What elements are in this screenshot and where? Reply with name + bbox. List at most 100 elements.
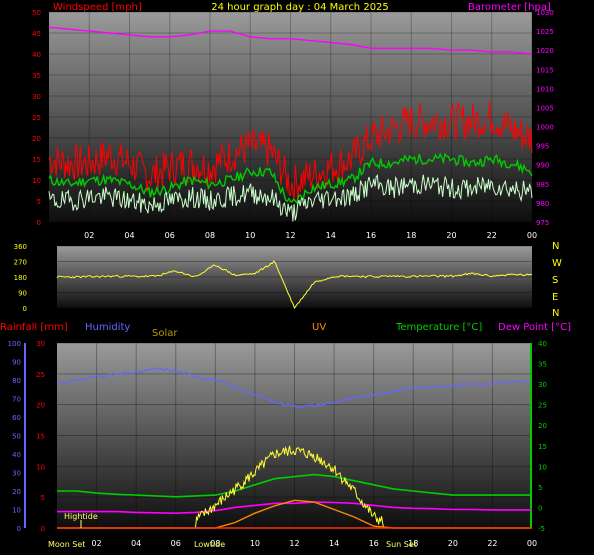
rainfall-y-tick-label: 30: [36, 340, 45, 348]
direction-y-tick-label: 270: [14, 259, 27, 267]
hightide-label: Hightide: [64, 512, 98, 521]
compass-labels: N W S E N: [552, 241, 562, 319]
temperature-y-tick-label: 35: [538, 361, 547, 369]
temperature-y-tick-label: 25: [538, 402, 547, 410]
barometer-y-tick-label: 985: [536, 181, 549, 189]
wind-x-tick-label: 02: [84, 231, 94, 240]
climate-x-tick-label: 20: [448, 539, 458, 548]
wind-y-tick-label: 45: [32, 30, 41, 38]
humidity-y-ticks: 0 10 20 30 40 50 60 70 80 90 100: [8, 340, 21, 533]
wind-x-tick-label: 04: [124, 231, 134, 240]
compass-e: E: [552, 292, 558, 303]
temperature-y-tick-label: 10: [538, 463, 547, 471]
compass-w: W: [552, 258, 562, 269]
wind-x-tick-label: 10: [245, 231, 255, 240]
rainfall-y-ticks: 0 5 10 15 20 25 30: [36, 340, 45, 533]
barometer-y-tick-label: 980: [536, 200, 549, 208]
rainfall-y-tick-label: 10: [36, 463, 45, 471]
humidity-y-tick-label: 10: [12, 507, 21, 515]
wind-x-tick-label: 00: [527, 231, 537, 240]
wind-x-tick-label: 16: [366, 231, 376, 240]
barometer-y-tick-label: 1015: [536, 66, 554, 74]
temperature-y-tick-label: 20: [538, 422, 547, 430]
compass-n-top: N: [552, 241, 559, 252]
barometer-y-tick-label: 975: [536, 219, 549, 227]
wind-x-tick-label: 20: [446, 231, 456, 240]
compass-s: S: [552, 275, 558, 286]
climate-panel: 0 10 20 30 40 50 60 70 80 90 100 0 5 10 15 20 25 30 -5 0 5…: [8, 340, 547, 549]
wind-x-tick-label: 08: [205, 231, 215, 240]
wind-x-tick-label: 06: [165, 231, 175, 240]
barometer-y-tick-label: 995: [536, 143, 549, 151]
rainfall-y-tick-label: 0: [41, 525, 45, 533]
climate-x-tick-label: 06: [171, 539, 181, 548]
humidity-y-tick-label: 100: [8, 340, 21, 348]
temperature-y-tick-label: -5: [538, 525, 545, 533]
rainfall-y-tick-label: 15: [36, 433, 45, 441]
chart-title: 24 hour graph day : 04 March 2025: [211, 2, 389, 13]
rainfall-y-tick-label: 5: [41, 494, 45, 502]
dewpoint-label: Dew Point [°C]: [498, 322, 571, 333]
climate-x-tick-label: 00: [527, 539, 537, 548]
wind-y-tick-label: 5: [37, 198, 41, 206]
climate-x-tick-label: 14: [329, 539, 339, 548]
rainfall-y-tick-label: 20: [36, 402, 45, 410]
humidity-y-tick-label: 0: [17, 525, 21, 533]
wind-panel: 05101520253035404550 9759809859909951000…: [32, 9, 554, 240]
humidity-label: Humidity: [85, 322, 130, 333]
wind-y-tick-label: 20: [32, 135, 41, 143]
wind-y-tick-label: 30: [32, 93, 41, 101]
lowtide-label: Lowtide: [194, 540, 225, 549]
barometer-y-tick-label: 1010: [536, 85, 554, 93]
direction-y-tick-label: 0: [23, 305, 27, 313]
wind-y-tick-label: 0: [37, 219, 41, 227]
barometer-y-tick-label: 990: [536, 162, 549, 170]
temperature-y-tick-label: 0: [538, 504, 542, 512]
climate-x-tick-label: 02: [91, 539, 101, 548]
wind-y-tick-label: 40: [32, 51, 41, 59]
humidity-y-tick-label: 50: [12, 433, 21, 441]
barometer-y-ticks: 975 980 985 990 995 1000 1005 1010 1015 1020 1025 1…: [536, 9, 554, 227]
humidity-y-tick-label: 20: [12, 488, 21, 496]
wind-x-tick-label: 22: [487, 231, 497, 240]
compass-n-bottom: N: [552, 308, 559, 319]
climate-x-tick-label: 04: [131, 539, 141, 548]
wind-x-tick-label: 12: [285, 231, 295, 240]
temperature-y-tick-label: 40: [538, 340, 547, 348]
climate-x-tick-label: 16: [369, 539, 379, 548]
wind-x-tick-label: 14: [326, 231, 336, 240]
direction-y-tick-label: 360: [14, 243, 27, 251]
climate-x-tick-label: 12: [289, 539, 299, 548]
barometer-y-tick-label: 1000: [536, 124, 554, 132]
rainfall-y-tick-label: 25: [36, 371, 45, 379]
solar-label: Solar: [152, 328, 178, 339]
sunset-label: Sun Set: [386, 540, 417, 549]
weather-graph: Windspeed [mph] 24 hour graph day : 04 M…: [0, 2, 571, 549]
barometer-y-tick-label: 1020: [536, 47, 554, 55]
wind-y-tick-label: 50: [32, 9, 41, 17]
humidity-y-tick-label: 90: [12, 359, 21, 367]
temperature-y-ticks: -5 0 5 10 15 20 25 30 35 40: [538, 340, 547, 533]
climate-x-ticks: 02 04 06 08 10 12 14 16 18 20 22 00: [91, 539, 537, 548]
temperature-y-tick-label: 5: [538, 484, 542, 492]
temperature-label: Temperature [°C]: [395, 322, 482, 333]
climate-x-tick-label: 10: [250, 539, 260, 548]
wind-y-tick-label: 25: [32, 114, 41, 122]
wind-y-ticks: 0 5 10 15 20 25 30 35 40 45 50: [32, 9, 41, 227]
direction-y-ticks: 0 90 180 270 360: [14, 243, 27, 313]
wind-x-tick-label: 18: [406, 231, 416, 240]
direction-y-tick-label: 180: [14, 274, 27, 282]
direction-panel: 0 90 180 270 360 N W S E N: [14, 241, 562, 319]
humidity-y-tick-label: 30: [12, 470, 21, 478]
wind-x-ticks: 02 04 06 08 10 12 14 16 18 20 22 00: [84, 231, 537, 240]
climate-x-tick-label: 22: [487, 539, 497, 548]
barometer-y-tick-label: 1030: [536, 9, 554, 17]
temperature-y-tick-label: 15: [538, 443, 547, 451]
humidity-y-tick-label: 40: [12, 451, 21, 459]
windspeed-axis-title: Windspeed [mph]: [53, 2, 142, 13]
humidity-y-tick-label: 80: [12, 377, 21, 385]
uv-label: UV: [312, 322, 326, 333]
wind-y-tick-label: 15: [32, 156, 41, 164]
wind-y-tick-label: 35: [32, 72, 41, 80]
temperature-y-tick-label: 30: [538, 381, 547, 389]
